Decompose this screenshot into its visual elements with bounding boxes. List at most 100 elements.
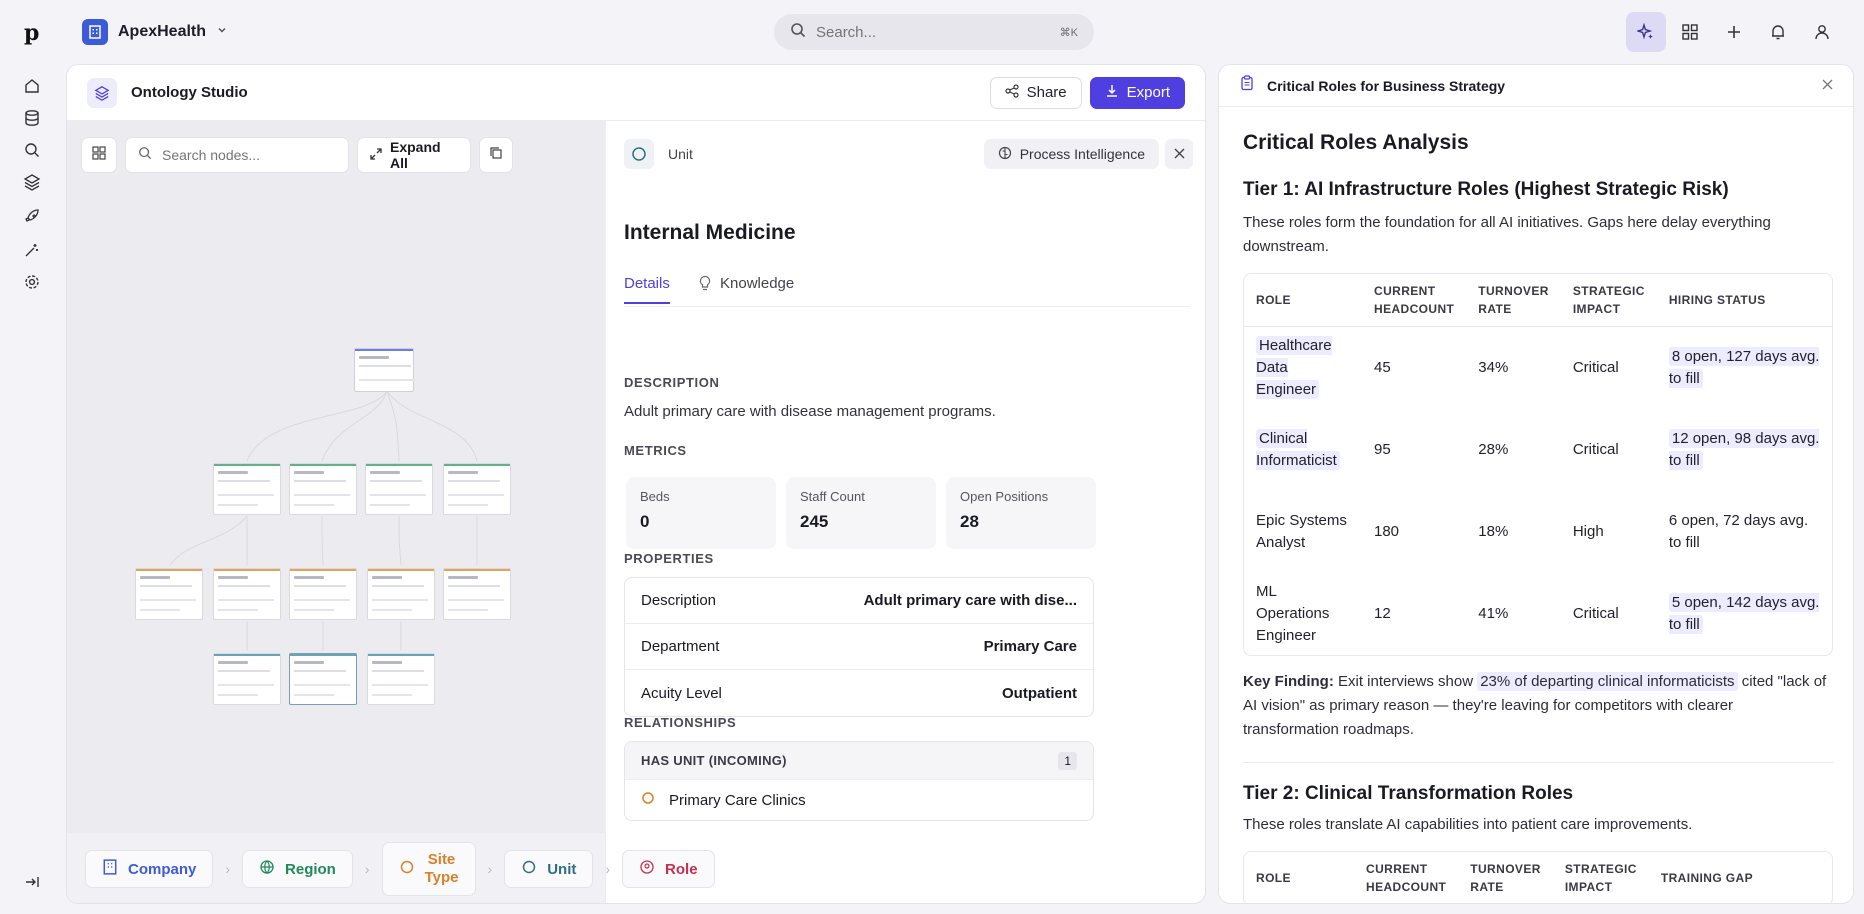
metric-staff-count: Staff Count 245 — [786, 477, 936, 549]
graph-node[interactable] — [289, 463, 357, 515]
search-icon[interactable] — [20, 138, 44, 162]
property-key: Description — [641, 592, 717, 609]
share-icon — [1005, 83, 1019, 102]
properties-heading: PROPERTIES — [624, 551, 714, 566]
user-icon[interactable] — [1802, 12, 1842, 52]
layers-icon — [87, 77, 117, 108]
relationship-item[interactable]: Primary Care Clinics — [625, 780, 1093, 820]
role-cell: Healthcare Data Engineer — [1256, 336, 1332, 399]
home-icon[interactable] — [20, 74, 44, 98]
turnover-cell: 34% — [1478, 359, 1509, 376]
table-header-row: ROLE CURRENT HEADCOUNT TURNOVER RATE STR… — [1244, 274, 1832, 327]
role-cell: ML Operations Engineer — [1256, 583, 1330, 644]
close-icon[interactable] — [1822, 77, 1833, 95]
status-cell: 12 open, 98 days avg. to fill — [1668, 429, 1820, 470]
building-icon — [102, 859, 118, 879]
col-training-gap: TRAINING GAP — [1660, 871, 1753, 885]
headcount-cell: 180 — [1374, 523, 1400, 540]
property-value: Primary Care — [983, 638, 1077, 655]
analysis-panel: Critical Roles for Business Strategy Cri… — [1218, 64, 1854, 904]
export-button[interactable]: Export — [1089, 76, 1185, 109]
circle-icon — [641, 791, 655, 809]
table-row: ML Operations Engineer 12 41% Critical 5… — [1244, 573, 1832, 655]
metric-beds-value: 0 — [640, 512, 650, 531]
key-finding-highlight: 23% of departing clinical informaticists — [1477, 672, 1738, 691]
property-row: Description Adult primary care with dise… — [625, 578, 1093, 624]
graph-node[interactable] — [367, 653, 435, 705]
globe-icon — [259, 859, 275, 879]
properties-list: Description Adult primary care with dise… — [624, 577, 1094, 717]
search-icon — [790, 22, 806, 43]
wand-icon[interactable] — [20, 238, 44, 262]
database-icon[interactable] — [20, 106, 44, 130]
layers-icon[interactable] — [20, 170, 44, 194]
studio-title: Ontology Studio — [131, 84, 248, 101]
node-type-label: Unit — [668, 146, 693, 162]
col-turnover: TURNOVER RATE — [1478, 284, 1549, 316]
metric-open-positions: Open Positions 28 — [946, 477, 1096, 549]
level-company[interactable]: Company — [85, 850, 214, 888]
headcount-cell: 95 — [1374, 441, 1391, 458]
level-unit[interactable]: Unit — [504, 850, 594, 888]
node-type: Unit — [624, 139, 693, 169]
graph-node-selected[interactable] — [289, 653, 357, 705]
impact-cell: Critical — [1572, 359, 1619, 376]
relationship-header[interactable]: HAS UNIT (INCOMING) 1 — [625, 742, 1093, 780]
org-name: ApexHealth — [118, 23, 207, 40]
export-label: Export — [1126, 84, 1170, 101]
graph-node[interactable] — [289, 568, 357, 620]
collapse-sidebar-icon[interactable] — [20, 870, 44, 894]
impact-cell: High — [1572, 523, 1604, 540]
settings-icon[interactable] — [20, 270, 44, 294]
tab-knowledge-label: Knowledge — [720, 275, 795, 292]
col-role: ROLE — [1256, 293, 1291, 307]
tab-details[interactable]: Details — [624, 275, 670, 304]
graph-node[interactable] — [367, 568, 435, 620]
global-search[interactable]: ⌘K — [774, 14, 1094, 50]
graph-node[interactable] — [443, 568, 511, 620]
level-region-label: Region — [285, 860, 336, 878]
impact-cell: Critical — [1572, 441, 1619, 458]
ontology-studio-panel: Ontology Studio Share Export Expand All — [66, 64, 1206, 904]
impact-cell: Critical — [1572, 605, 1619, 622]
level-region[interactable]: Region — [242, 850, 353, 888]
property-row: Acuity Level Outpatient — [625, 670, 1093, 716]
tab-knowledge[interactable]: Knowledge — [698, 275, 794, 295]
property-key: Department — [641, 638, 720, 655]
graph-node[interactable] — [135, 568, 203, 620]
graph-canvas[interactable]: Expand All — [67, 121, 605, 833]
status-cell: 5 open, 142 days avg. to fill — [1668, 593, 1820, 634]
top-actions — [1626, 12, 1842, 52]
global-search-input[interactable] — [816, 23, 1036, 41]
graph-node[interactable] — [365, 463, 433, 515]
level-site-type[interactable]: Site Type — [381, 842, 476, 896]
close-details-button[interactable] — [1165, 139, 1193, 169]
relationship-group: HAS UNIT (INCOMING) 1 Primary Care Clini… — [624, 741, 1094, 821]
org-switcher[interactable]: ApexHealth — [82, 18, 228, 46]
headcount-cell: 12 — [1374, 605, 1391, 622]
process-intelligence-button[interactable]: Process Intelligence — [983, 139, 1159, 169]
plus-icon[interactable] — [1714, 12, 1754, 52]
relationship-count: 1 — [1058, 751, 1077, 770]
col-headcount: CURRENT HEADCOUNT — [1374, 284, 1455, 316]
bell-icon[interactable] — [1758, 12, 1798, 52]
share-button[interactable]: Share — [989, 76, 1082, 109]
graph-node[interactable] — [213, 653, 281, 705]
graph-node[interactable] — [213, 463, 281, 515]
building-icon — [82, 19, 108, 45]
ai-sparkle-icon[interactable] — [1626, 12, 1666, 52]
graph-node[interactable] — [213, 568, 281, 620]
app-logo[interactable]: p — [24, 20, 48, 46]
rocket-icon[interactable] — [20, 204, 44, 228]
chevron-right-icon: › — [487, 861, 493, 877]
turnover-cell: 28% — [1478, 441, 1509, 458]
brain-icon — [998, 146, 1012, 163]
search-shortcut: ⌘K — [1059, 26, 1078, 39]
left-rail — [0, 64, 64, 914]
ontology-level-legend: Company › Region › Site Type › Unit › Ro… — [67, 833, 715, 903]
graph-node-company[interactable] — [354, 348, 415, 392]
col-role: ROLE — [1256, 871, 1291, 885]
tier1-heading: Tier 1: AI Infrastructure Roles (Highest… — [1243, 179, 1729, 200]
grid-icon[interactable] — [1670, 12, 1710, 52]
graph-node[interactable] — [443, 463, 511, 515]
